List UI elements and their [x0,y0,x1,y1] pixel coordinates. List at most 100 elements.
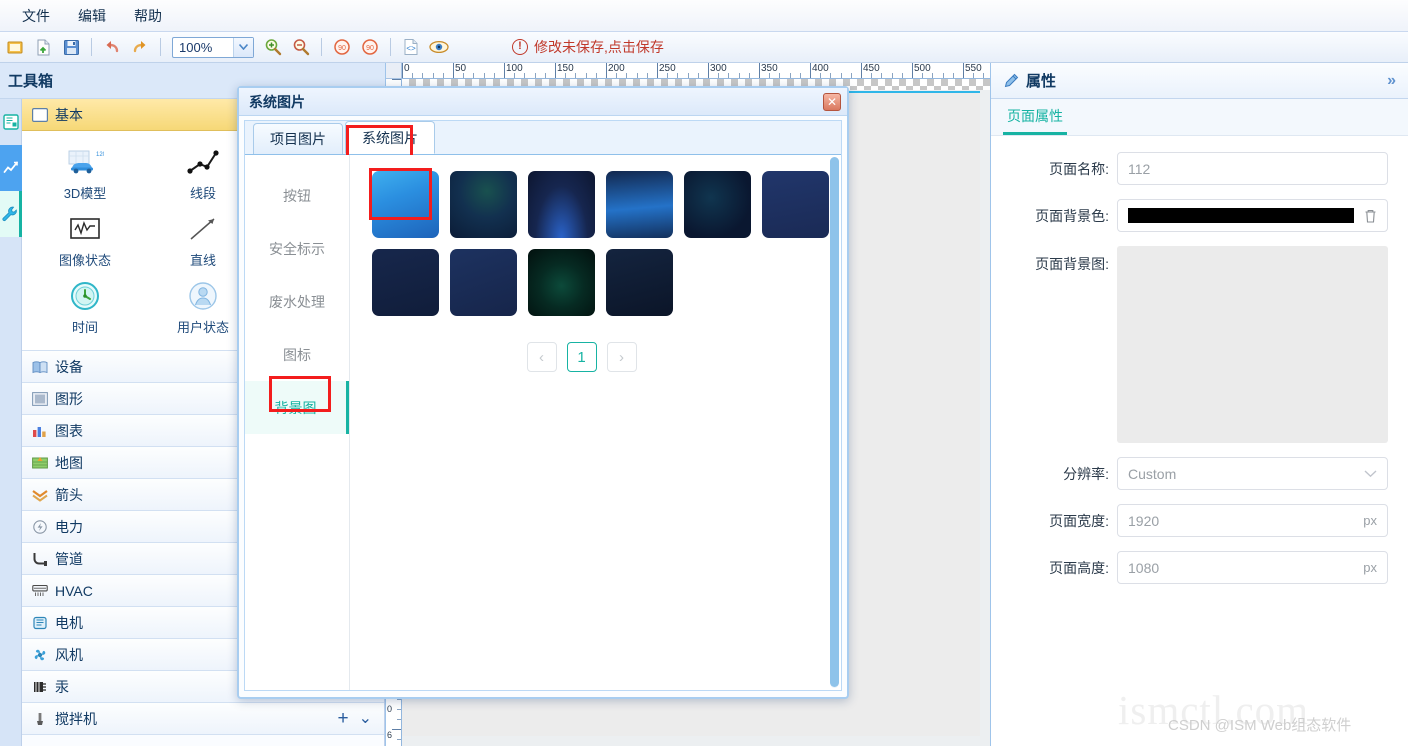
thumbnail-item[interactable] [606,171,673,238]
toolbox-item-label: 图像状态 [58,253,111,268]
vruler-tick [392,729,401,730]
tab-project-images[interactable]: 项目图片 [253,123,343,154]
trash-icon[interactable] [1364,209,1377,223]
thumbnail-item[interactable] [528,171,595,238]
zoom-out-icon[interactable] [288,34,314,60]
zoom-select[interactable]: 100% [172,36,254,58]
vruler-tick [392,79,401,80]
toolbox-item-time[interactable]: 时间 [26,273,144,340]
chevron-down-icon[interactable] [1364,469,1377,478]
thumbnail-item[interactable] [372,249,439,316]
horizontal-ruler[interactable]: 0 50 100 150 200 250 300 350 400 450 500 550 [402,63,990,79]
ruler-tick [646,73,648,78]
rotate-right-icon[interactable]: 90 [357,34,383,60]
page-bgcolor-input[interactable] [1117,199,1388,232]
close-icon[interactable]: ✕ [823,92,841,111]
category-safety-sign[interactable]: 安全标示 [245,222,349,275]
ruler-label: 150 [557,63,574,74]
properties-tabs: 页面属性 [991,99,1408,136]
page-width-input[interactable]: 1920 px [1117,504,1388,537]
mercury-icon [34,681,46,692]
field-page-width: 页面宽度: 1920 px [997,504,1388,537]
code-icon[interactable]: <> [398,34,424,60]
scrollbar-thumb[interactable] [830,157,839,687]
thumbnail-item[interactable] [450,249,517,316]
properties-panel: 属性 » 页面属性 页面名称: 112 页面背景色: 页面背景图: 分辨率: C… [990,63,1408,746]
category-button[interactable]: 按钮 [245,169,349,222]
resources-tab[interactable] [0,145,22,191]
toolbox-tab[interactable] [0,191,22,237]
field-value: 112 [1128,160,1151,177]
ruler-tick [534,73,536,78]
toolbox-group-mixer[interactable]: 搅拌机 + ⌄ [22,703,384,735]
toolbox-group-label: 基本 [55,106,83,123]
page-number-button[interactable]: 1 [566,342,597,372]
dialog-scrollbar[interactable] [830,157,839,688]
category-background[interactable]: 背景图 [245,381,349,434]
project-icon[interactable] [2,34,28,60]
expand-groups-button[interactable]: ⌄ [359,710,372,726]
next-page-button[interactable]: › [606,342,637,372]
thumbnail-item[interactable] [372,171,439,238]
book-icon [32,360,48,373]
toolbox-item-label: 3D模型 [63,186,107,201]
ruler-tick [942,73,944,78]
rotate-left-icon[interactable]: 90 [329,34,355,60]
thumbnail-item[interactable] [762,171,829,238]
undo-icon[interactable] [99,34,125,60]
ruler-tick [595,73,597,78]
resolution-select[interactable]: Custom [1117,457,1388,490]
toolbox-group-actions: + ⌄ [337,709,384,728]
straight-line-icon [183,212,223,246]
save-icon[interactable] [58,34,84,60]
shape-icon [32,391,48,406]
ruler-tick [687,73,689,78]
toolbox-group-label: 风机 [55,646,83,663]
tab-system-images[interactable]: 系统图片 [345,121,435,154]
thumbnail-item[interactable] [684,171,751,238]
ruler-tick [952,73,954,78]
new-page-icon[interactable] [30,34,56,60]
ruler-tick [697,73,699,78]
category-wastewater[interactable]: 废水处理 [245,275,349,328]
redo-icon[interactable] [127,34,153,60]
color-swatch[interactable] [1128,208,1354,223]
menu-item-file[interactable]: 文件 [8,2,64,30]
toolbox-item-image-state[interactable]: 图像状态 [26,206,144,273]
toolbox-item-3d-model[interactable]: 120 3D模型 [26,139,144,206]
page-bgimage-dropzone[interactable] [1117,246,1388,443]
zoom-in-icon[interactable] [260,34,286,60]
menu-item-help[interactable]: 帮助 [120,2,176,30]
ruler-tick [861,63,862,78]
field-label: 页面宽度: [1049,512,1109,529]
chevron-down-icon[interactable] [233,37,253,57]
thumbnail-item[interactable] [450,171,517,238]
toolbar-separator-2 [160,38,161,56]
pages-tab[interactable] [0,99,22,145]
ruler-tick [442,73,444,78]
page-height-input[interactable]: 1080 px [1117,551,1388,584]
prev-page-button[interactable]: ‹ [526,342,557,372]
ruler-tick [493,73,495,78]
tab-page-properties[interactable]: 页面属性 [1003,99,1067,135]
menu-bar: 文件 编辑 帮助 [0,0,1408,32]
menu-item-edit[interactable]: 编辑 [64,2,120,30]
pencil-icon [1004,73,1019,87]
ruler-tick [606,63,607,78]
ruler-label: 250 [659,63,676,74]
add-group-button[interactable]: + [337,709,348,728]
page-name-input[interactable]: 112 [1117,152,1388,185]
dialog-titlebar[interactable]: 系统图片 ✕ [239,88,847,116]
left-tab-strip [0,63,22,746]
category-icon[interactable]: 图标 [245,328,349,381]
field-label: 页面背景色: [1035,207,1109,224]
thumbnail-item[interactable] [606,249,673,316]
ruler-label: 450 [863,63,880,74]
ruler-label: 550 [965,63,982,74]
collapse-panel-icon[interactable]: » [1387,72,1396,90]
ruler-label: 100 [506,63,523,74]
preview-icon[interactable] [426,34,452,60]
ruler-tick [504,63,505,78]
ruler-tick [963,63,964,78]
thumbnail-item[interactable] [528,249,595,316]
